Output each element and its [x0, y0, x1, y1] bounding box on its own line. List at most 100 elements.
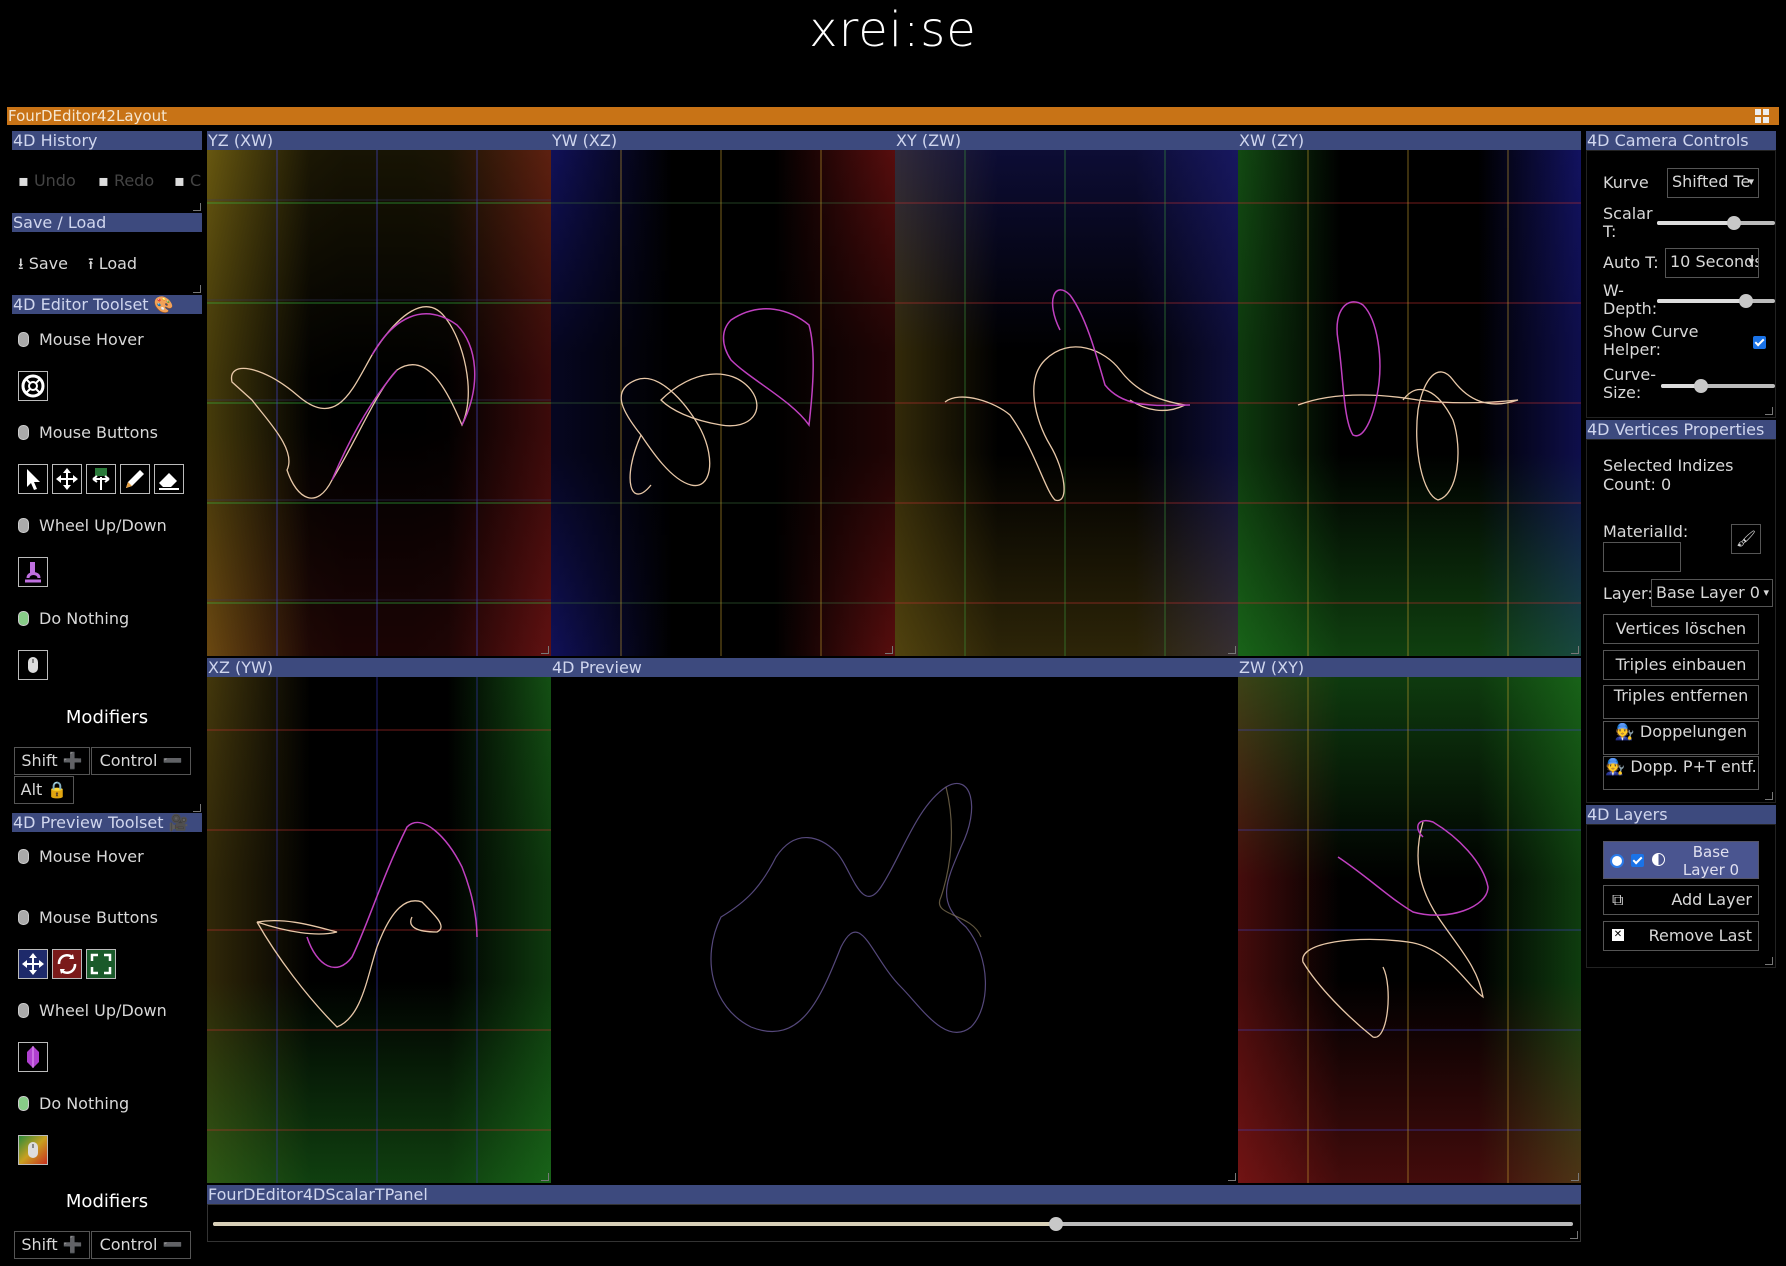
mouse-icon — [18, 332, 29, 347]
view-yz-canvas[interactable] — [207, 150, 551, 656]
close-icon: ✕ — [1612, 929, 1624, 941]
add-layer-button[interactable]: ⧉ Add Layer — [1603, 885, 1759, 915]
remove-duplicates-pt-button[interactable]: 🧑‍🔧 Dopp. P+T entf. — [1603, 756, 1759, 790]
resize-handle[interactable] — [1765, 792, 1773, 800]
preview-curve — [710, 782, 987, 1034]
scale-tool-button[interactable] — [86, 464, 116, 494]
view-yw-canvas[interactable] — [551, 150, 895, 656]
editor-alt-button[interactable]: Alt 🔒 — [14, 776, 74, 804]
preview-shift-button[interactable]: Shift ➕ — [14, 1231, 90, 1259]
remove-last-button[interactable]: ✕ Remove Last — [1603, 921, 1759, 951]
yw-view-curve — [551, 150, 895, 656]
view-yz-header: YZ (XW) — [207, 131, 551, 150]
resize-handle[interactable] — [1765, 407, 1773, 415]
save-button[interactable]: ⭳ Save — [18, 253, 68, 280]
mouse-icon — [18, 518, 29, 533]
material-id-input[interactable] — [1603, 542, 1681, 572]
mouse-icon — [18, 611, 29, 626]
add-triples-button[interactable]: Triples einbauen — [1603, 650, 1759, 680]
redo-button[interactable]: ▪ Redo — [98, 171, 154, 190]
preview-do-nothing-tool-button[interactable] — [18, 1135, 48, 1165]
view-xy-canvas[interactable] — [895, 150, 1238, 656]
show-curve-helper-checkbox[interactable] — [1753, 336, 1766, 349]
mouse-icon — [18, 1096, 29, 1111]
resize-handle[interactable] — [1765, 957, 1773, 965]
redo-icon: ▪ — [98, 171, 109, 190]
resize-handle[interactable] — [885, 646, 893, 654]
delete-vertices-button[interactable]: Vertices löschen — [1603, 614, 1759, 644]
slider-knob[interactable] — [1693, 379, 1708, 393]
chevron-down-icon: ▾ — [1748, 255, 1754, 268]
vertices-properties-header: 4D Vertices Properties — [1586, 420, 1776, 439]
eraser-tool-button[interactable] — [154, 464, 184, 494]
remove-triples-button[interactable]: Triples entfernen — [1603, 685, 1759, 719]
camera-controls-panel: Kurve Shifted Te ▾ Scalar T: Auto T: 10 S… — [1586, 150, 1776, 418]
preview-move-tool-button[interactable] — [18, 949, 48, 979]
select-tool-button[interactable] — [18, 464, 48, 494]
layer-visible-checkbox[interactable] — [1631, 854, 1644, 867]
view-xw-header: XW (ZY) — [1238, 131, 1581, 150]
editor-control-button[interactable]: Control ➖ — [91, 747, 191, 775]
preview-wheel-tool-button[interactable] — [18, 1042, 48, 1072]
upload-icon: ⭱ — [88, 254, 94, 273]
yz-view-curve — [207, 150, 551, 656]
paint-roller-icon: 🖌 — [1735, 529, 1757, 548]
preview-do-nothing-label: Do Nothing — [18, 1094, 129, 1113]
xy-view-curve — [895, 150, 1238, 656]
view-xw-canvas[interactable] — [1238, 150, 1581, 656]
expand-icon — [90, 953, 112, 975]
hover-tool-button[interactable] — [18, 371, 48, 401]
mouse-icon — [18, 910, 29, 925]
do-nothing-tool-button[interactable] — [18, 650, 48, 680]
scalar-t-label: Scalar T: — [1603, 204, 1653, 241]
contrast-icon[interactable] — [1652, 853, 1665, 866]
window-grid-icon[interactable] — [1755, 109, 1769, 123]
zw-view-curve — [1238, 677, 1581, 1183]
kurve-select[interactable]: Shifted Te ▾ — [1667, 168, 1759, 198]
resize-handle[interactable] — [1571, 1173, 1579, 1181]
editor-mouse-buttons-label: Mouse Buttons — [18, 423, 158, 442]
slider-knob[interactable] — [1738, 294, 1753, 308]
layer-select[interactable]: Base Layer 0 ▾ — [1651, 579, 1773, 607]
undo-button[interactable]: ▪ Undo — [18, 171, 76, 190]
w-depth-slider[interactable] — [1657, 294, 1775, 308]
load-button[interactable]: ⭱ Load — [88, 253, 137, 280]
view-preview-canvas[interactable] — [551, 677, 1238, 1183]
duplicates-button[interactable]: 🧑‍🔧 Doppelungen — [1603, 721, 1759, 755]
scalar-t-camera-slider[interactable] — [1657, 216, 1775, 230]
chevron-down-icon: ▾ — [1748, 175, 1754, 188]
resize-handle[interactable] — [541, 1173, 549, 1181]
clear-history-button[interactable]: ▪ C — [174, 171, 201, 190]
base-layer-row[interactable]: Base Layer 0 — [1603, 841, 1759, 879]
curve-size-label: Curve-Size: — [1603, 365, 1656, 402]
selected-count-label: Selected Indizes Count: 0 — [1603, 456, 1734, 494]
wheel-tool-button[interactable] — [18, 557, 48, 587]
preview-zoom-tool-button[interactable] — [86, 949, 116, 979]
view-xy-header: XY (ZW) — [895, 131, 1238, 150]
resize-handle[interactable] — [1228, 1173, 1236, 1181]
preview-rotate-tool-button[interactable] — [52, 949, 82, 979]
resize-handle[interactable] — [1570, 1231, 1578, 1239]
layers-header: 4D Layers — [1586, 805, 1776, 824]
auto-t-select[interactable]: 10 Seconds ▾ — [1665, 248, 1759, 278]
scalar-panel-header: FourDEditor4DScalarTPanel — [207, 1185, 1581, 1204]
slider-knob[interactable] — [1049, 1217, 1064, 1231]
resize-handle[interactable] — [193, 203, 201, 211]
pen-tool-button[interactable] — [120, 464, 150, 494]
radio-icon[interactable] — [1610, 854, 1624, 868]
resize-handle[interactable] — [193, 804, 201, 812]
slider-knob[interactable] — [1726, 216, 1741, 230]
resize-handle[interactable] — [1571, 646, 1579, 654]
resize-handle[interactable] — [541, 646, 549, 654]
curve-size-slider[interactable] — [1661, 379, 1775, 393]
view-zw-canvas[interactable] — [1238, 677, 1581, 1183]
move-tool-button[interactable] — [52, 464, 82, 494]
view-xz-canvas[interactable] — [207, 677, 551, 1183]
preview-mouse-buttons-label: Mouse Buttons — [18, 908, 158, 927]
paint-roller-button[interactable]: 🖌 — [1731, 524, 1761, 554]
editor-shift-button[interactable]: Shift ➕ — [14, 747, 90, 775]
preview-control-button[interactable]: Control ➖ — [91, 1231, 191, 1259]
scalar-t-slider[interactable] — [213, 1217, 1573, 1231]
resize-handle[interactable] — [1228, 646, 1236, 654]
resize-handle[interactable] — [193, 285, 201, 293]
